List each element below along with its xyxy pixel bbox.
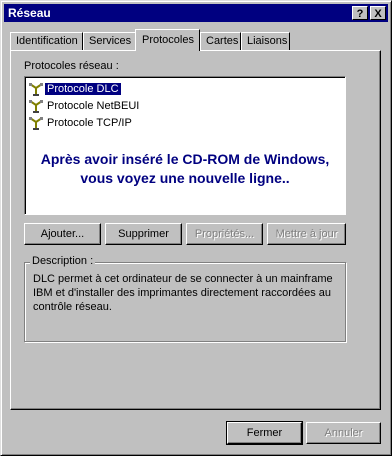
- description-text: DLC permet à cet ordinateur de se connec…: [33, 273, 333, 313]
- cancel-button-label: Annuler: [324, 427, 363, 439]
- tab-protocoles[interactable]: Protocoles: [135, 29, 200, 51]
- tab-identification[interactable]: Identification: [10, 32, 83, 50]
- annotation-line-1: Après avoir inséré le CD-ROM de Windows,: [40, 151, 330, 167]
- protocol-label: Protocole DLC: [44, 82, 122, 96]
- update-button-label: Mettre à jour: [275, 228, 338, 240]
- annotation-overlay: Après avoir inséré le CD-ROM de Windows,…: [30, 150, 340, 188]
- list-item[interactable]: Protocole NetBEUI: [28, 98, 141, 114]
- add-button[interactable]: Ajouter...: [24, 223, 101, 245]
- protocols-label: Protocoles réseau :: [24, 60, 119, 72]
- annotation-line-2: vous voyez une nouvelle ligne..: [80, 170, 290, 186]
- tab-label: Services: [89, 35, 132, 47]
- list-item[interactable]: Protocole DLC: [28, 81, 122, 97]
- description-label: Description :: [30, 255, 96, 267]
- tab-liaisons[interactable]: Liaisons: [241, 32, 290, 50]
- list-item[interactable]: Protocole TCP/IP: [28, 115, 134, 131]
- close-window-button[interactable]: X: [370, 6, 386, 20]
- add-button-label: Ajouter...: [40, 228, 85, 240]
- tab-label: Protocoles: [142, 34, 194, 46]
- tab-services[interactable]: Services: [83, 32, 137, 50]
- remove-button-label: Supprimer: [118, 228, 169, 240]
- close-button[interactable]: Fermer: [227, 422, 302, 444]
- remove-button[interactable]: Supprimer: [105, 223, 182, 245]
- tab-cartes[interactable]: Cartes: [200, 32, 241, 50]
- protocol-label: Protocole NetBEUI: [47, 100, 140, 112]
- tab-label: Identification: [16, 35, 78, 47]
- update-button[interactable]: Mettre à jour: [267, 223, 346, 245]
- window-title: Réseau: [8, 6, 51, 20]
- close-button-label: Fermer: [246, 427, 283, 439]
- network-protocol-icon: [29, 83, 43, 97]
- title-bar: Réseau ? X: [4, 4, 388, 22]
- protocol-label: Protocole TCP/IP: [47, 117, 132, 129]
- tab-label: Cartes: [206, 35, 239, 47]
- network-protocol-icon: [29, 117, 43, 131]
- active-tab-join: [137, 50, 198, 52]
- network-protocol-icon: [29, 100, 43, 114]
- cancel-button[interactable]: Annuler: [306, 422, 381, 444]
- protocols-list[interactable]: Protocole DLC Protocole NetBEUI Protocol…: [24, 76, 346, 215]
- tab-label: Liaisons: [247, 35, 288, 47]
- properties-button-label: Propriétés...: [194, 228, 255, 240]
- help-button[interactable]: ?: [352, 6, 368, 20]
- properties-button[interactable]: Propriétés...: [186, 223, 263, 245]
